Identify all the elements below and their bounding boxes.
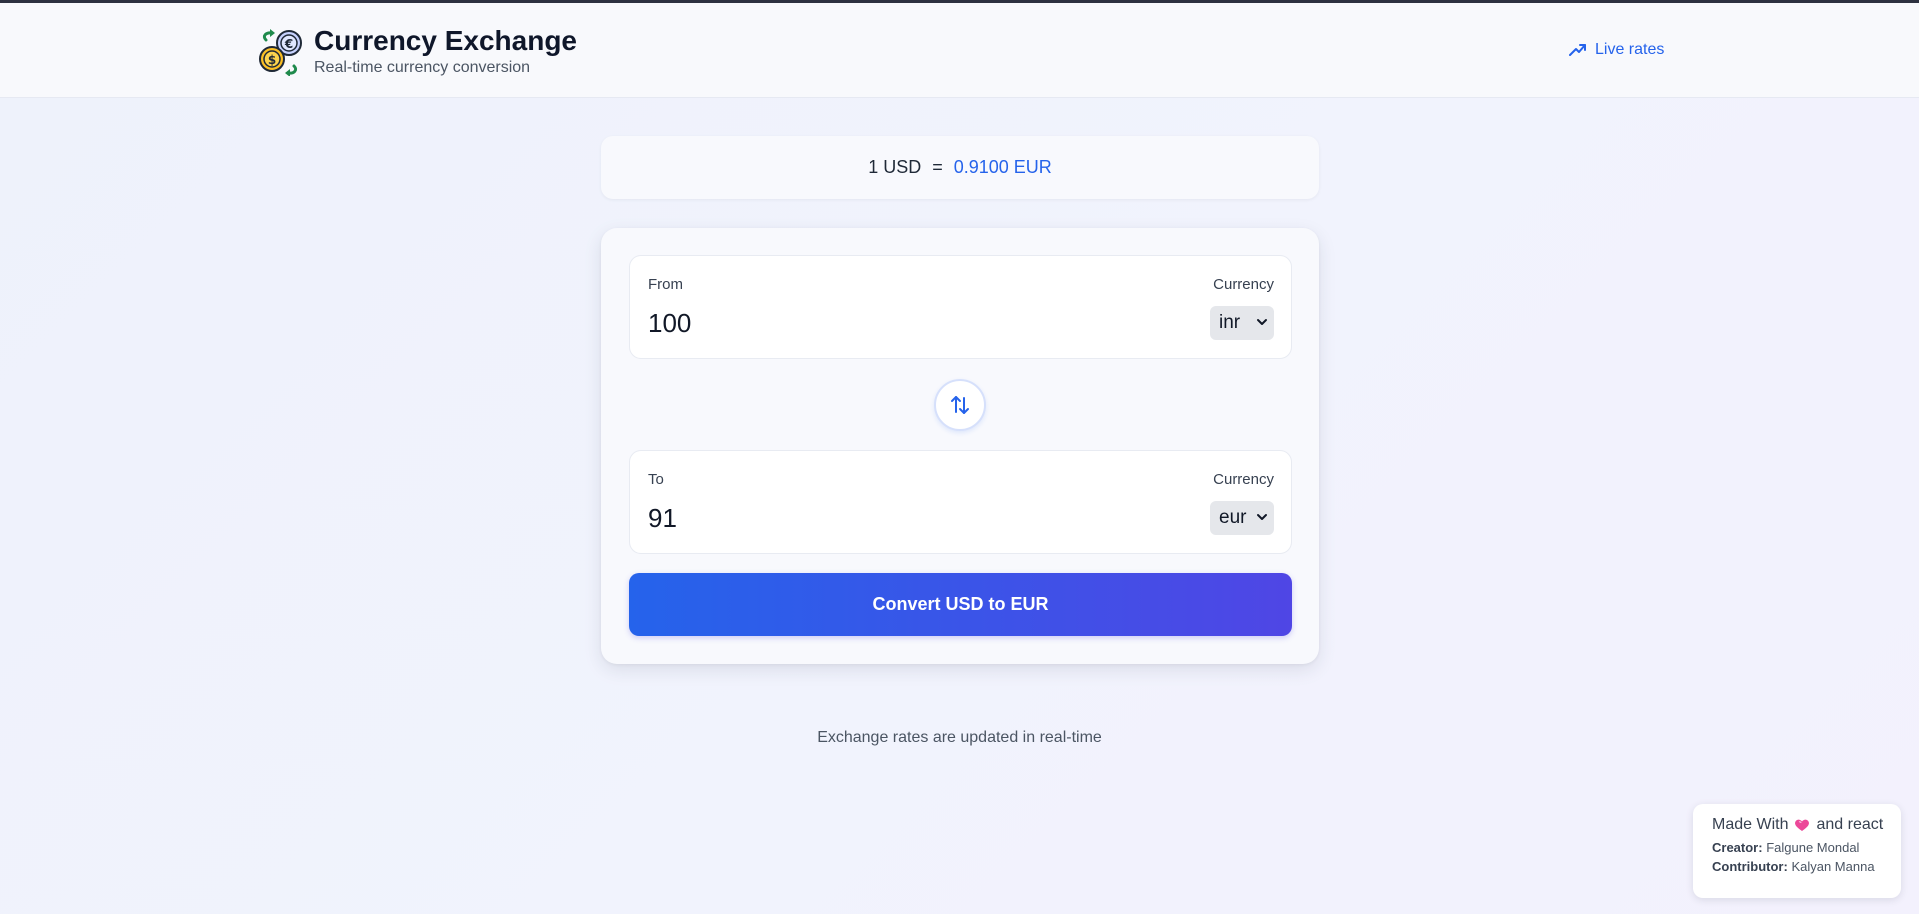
to-amount-input[interactable]	[648, 503, 948, 534]
swap-arrows-icon	[951, 396, 969, 414]
creator-line: Creator: Falgune Mondal	[1712, 840, 1901, 855]
to-currency-value: eur	[1219, 507, 1247, 528]
rate-target: 0.9100 EUR	[953, 157, 1052, 177]
footer-note: Exchange rates are updated in real-time	[817, 729, 1102, 746]
svg-text:$: $	[268, 53, 276, 67]
credits-card: Made With and react Creator: Falgune Mon…	[1693, 804, 1901, 898]
from-currency-value: inr	[1219, 312, 1241, 333]
swap-currencies-button[interactable]	[934, 379, 986, 431]
creator-name: Falgune Mondal	[1766, 840, 1860, 855]
app-header: € $ Currency Exchange Real-time currency…	[0, 3, 1919, 98]
live-rates-link[interactable]: Live rates	[1569, 41, 1664, 59]
app-title: Currency Exchange	[314, 25, 577, 56]
chevron-down-icon	[1257, 514, 1267, 520]
to-field-box: To Currency eur	[629, 450, 1292, 554]
brand: € $ Currency Exchange Real-time currency…	[256, 25, 577, 78]
exchange-rate-display: 1 USD = 0.9100 EUR	[601, 136, 1319, 199]
from-currency-select[interactable]: inr	[1210, 306, 1274, 340]
brand-text: Currency Exchange Real-time currency con…	[314, 25, 577, 78]
creator-label: Creator:	[1712, 840, 1763, 855]
currency-exchange-logo-icon: € $	[259, 28, 302, 76]
from-label: From	[648, 276, 683, 293]
converter-card: From Currency inr To Currency eur Conver…	[601, 228, 1319, 664]
to-label: To	[648, 471, 664, 488]
svg-text:€: €	[284, 37, 293, 51]
trending-up-icon	[1569, 44, 1586, 56]
app-subtitle: Real-time currency conversion	[314, 59, 531, 76]
made-with-suffix: and react	[1816, 816, 1884, 833]
heart-icon	[1795, 819, 1810, 831]
to-currency-label: Currency	[1213, 471, 1274, 488]
rate-base: 1 USD	[868, 157, 922, 177]
from-currency-label: Currency	[1213, 276, 1274, 293]
to-currency-select[interactable]: eur	[1210, 501, 1274, 535]
contributor-label: Contributor:	[1712, 859, 1788, 874]
live-rates-label: Live rates	[1595, 41, 1665, 58]
rate-equals: =	[932, 157, 943, 177]
convert-button[interactable]: Convert USD to EUR	[629, 573, 1292, 636]
made-with-line: Made With and react	[1712, 816, 1901, 834]
from-field-box: From Currency inr	[629, 255, 1292, 359]
contributor-line: Contributor: Kalyan Manna	[1712, 859, 1901, 874]
contributor-name: Kalyan Manna	[1791, 859, 1875, 874]
made-with-prefix: Made With	[1712, 816, 1789, 833]
from-amount-input[interactable]	[648, 308, 948, 339]
chevron-down-icon	[1257, 319, 1267, 325]
